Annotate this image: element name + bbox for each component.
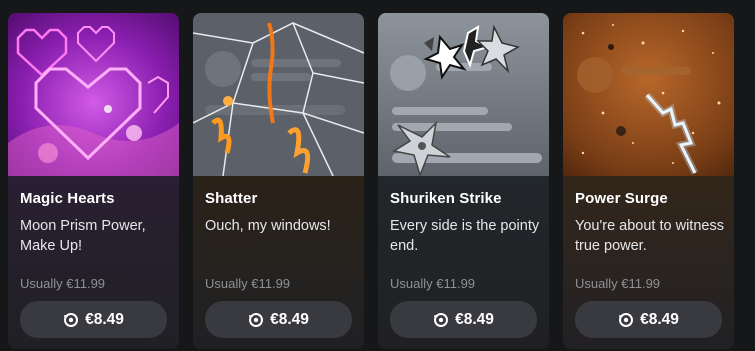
product-card-shatter[interactable]: Shatter Ouch, my windows! Usually €11.99… — [193, 13, 364, 349]
shatter-art-icon — [193, 13, 364, 176]
magic-hearts-preview — [8, 13, 179, 176]
product-title: Shuriken Strike — [390, 190, 502, 207]
product-description: Ouch, my windows! — [205, 218, 331, 234]
regular-price: Usually €11.99 — [20, 276, 106, 291]
buy-button[interactable]: €8.49 — [205, 301, 352, 338]
orb-icon — [434, 312, 449, 327]
product-card-magic-hearts[interactable]: Magic Hearts Moon Prism Power, Make Up! … — [8, 13, 179, 349]
buy-button[interactable]: €8.49 — [20, 301, 167, 338]
shuriken-preview — [378, 13, 549, 176]
sale-price: €8.49 — [640, 310, 679, 328]
product-title: Power Surge — [575, 190, 668, 207]
hearts-art-icon — [8, 13, 179, 176]
orb-icon — [64, 312, 79, 327]
orb-icon — [619, 312, 634, 327]
regular-price: Usually €11.99 — [205, 276, 291, 291]
orb-icon — [249, 312, 264, 327]
product-title: Shatter — [205, 190, 258, 207]
product-card-power-surge[interactable]: Power Surge You're about to witness true… — [563, 13, 734, 349]
lightning-art-icon — [563, 13, 734, 176]
regular-price: Usually €11.99 — [575, 276, 661, 291]
product-title: Magic Hearts — [20, 190, 115, 207]
buy-button[interactable]: €8.49 — [390, 301, 537, 338]
sale-price: €8.49 — [455, 310, 494, 328]
sale-price: €8.49 — [270, 310, 309, 328]
product-card-shuriken-strike[interactable]: Shuriken Strike Every side is the pointy… — [378, 13, 549, 349]
sale-price: €8.49 — [85, 310, 124, 328]
regular-price: Usually €11.99 — [390, 276, 476, 291]
shatter-preview — [193, 13, 364, 176]
product-description: Moon Prism Power, Make Up! — [20, 218, 146, 254]
buy-button[interactable]: €8.49 — [575, 301, 722, 338]
power-surge-preview — [563, 13, 734, 176]
shop-grid: Magic Hearts Moon Prism Power, Make Up! … — [0, 0, 755, 351]
shuriken-art-icon — [378, 13, 549, 176]
product-description: You're about to witness true power. — [575, 218, 724, 254]
product-description: Every side is the pointy end. — [390, 218, 540, 254]
